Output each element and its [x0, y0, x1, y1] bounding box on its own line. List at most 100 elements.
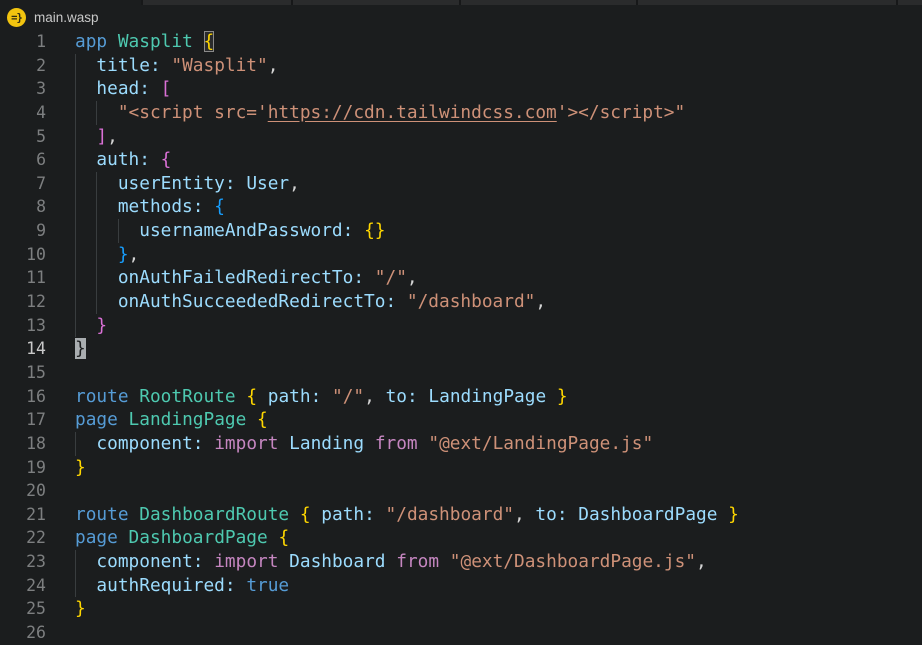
code-token: "/dashboard" — [407, 291, 535, 312]
line-number[interactable]: 23 — [0, 550, 46, 574]
line-number[interactable]: 10 — [0, 243, 46, 267]
line-number[interactable]: 4 — [0, 101, 46, 125]
code-token — [364, 433, 375, 454]
wasp-file-icon: =} — [7, 8, 26, 27]
code-token: component: — [96, 433, 203, 454]
code-token: usernameAndPassword: — [139, 220, 353, 241]
code-token: , — [129, 244, 140, 265]
line-number[interactable]: 19 — [0, 456, 46, 480]
line-number[interactable]: 15 — [0, 361, 46, 385]
line-number[interactable]: 13 — [0, 314, 46, 338]
editor-tab[interactable] — [293, 0, 461, 5]
code-token: from — [375, 433, 418, 454]
code-line[interactable]: 23 component: import Dashboard from "@ex… — [0, 550, 922, 574]
code-token — [386, 551, 397, 572]
code-line[interactable]: 21 route DashboardRoute { path: "/dashboa… — [0, 503, 922, 527]
code-area: 1app Wasplit {2 title: "Wasplit",3 head:… — [0, 30, 922, 645]
line-content: route DashboardRoute { path: "/dashboard… — [75, 503, 922, 527]
code-line[interactable]: 22page DashboardPage { — [0, 526, 922, 550]
code-line[interactable]: 25} — [0, 597, 922, 621]
code-line[interactable]: 7 userEntity: User, — [0, 172, 922, 196]
code-line[interactable]: 17page LandingPage { — [0, 408, 922, 432]
editor-tab[interactable] — [638, 0, 898, 5]
indent-guide — [118, 219, 119, 243]
code-line[interactable]: 15 — [0, 361, 922, 385]
code-token: import — [214, 433, 278, 454]
code-token: "/dashboard" — [386, 504, 514, 525]
code-token — [236, 386, 247, 407]
line-number[interactable]: 14 — [0, 337, 46, 361]
code-token: { — [161, 149, 172, 170]
code-token: { — [214, 196, 225, 217]
code-token — [193, 31, 204, 52]
code-line[interactable]: 4 "<script src='https://cdn.tailwindcss.… — [0, 101, 922, 125]
code-token — [278, 433, 289, 454]
code-token — [129, 504, 140, 525]
code-line[interactable]: 3 head: [ — [0, 77, 922, 101]
editor-tab-active[interactable] — [0, 0, 143, 5]
line-number[interactable]: 12 — [0, 290, 46, 314]
code-token: path: — [321, 504, 375, 525]
code-token: , — [364, 386, 385, 407]
code-token: } — [96, 315, 107, 336]
line-content: }, — [75, 243, 922, 267]
line-content: } — [75, 314, 922, 338]
line-content: } — [75, 456, 922, 480]
code-line[interactable]: 1app Wasplit { — [0, 30, 922, 54]
line-number[interactable]: 20 — [0, 479, 46, 503]
line-number[interactable]: 16 — [0, 385, 46, 409]
indent-guide — [96, 101, 97, 125]
line-number[interactable]: 9 — [0, 219, 46, 243]
indent-guide — [75, 314, 76, 338]
editor-tab[interactable] — [461, 0, 638, 5]
line-number[interactable]: 22 — [0, 526, 46, 550]
line-number[interactable]: 25 — [0, 597, 46, 621]
line-content: onAuthFailedRedirectTo: "/", — [75, 266, 922, 290]
code-line[interactable]: 24 authRequired: true — [0, 574, 922, 598]
indent-spaces — [75, 78, 96, 99]
indent-guide — [96, 243, 97, 267]
line-content: usernameAndPassword: {} — [75, 219, 922, 243]
line-number[interactable]: 6 — [0, 148, 46, 172]
line-number[interactable]: 21 — [0, 503, 46, 527]
line-number[interactable]: 17 — [0, 408, 46, 432]
code-token — [118, 527, 129, 548]
line-number[interactable]: 2 — [0, 54, 46, 78]
line-number[interactable]: 24 — [0, 574, 46, 598]
code-line[interactable]: 20 — [0, 479, 922, 503]
code-line[interactable]: 2 title: "Wasplit", — [0, 54, 922, 78]
code-line[interactable]: 8 methods: { — [0, 195, 922, 219]
code-line[interactable]: 9 usernameAndPassword: {} — [0, 219, 922, 243]
line-content: } — [75, 597, 922, 621]
editor-tab[interactable] — [143, 0, 293, 5]
line-number[interactable]: 7 — [0, 172, 46, 196]
line-number[interactable]: 3 — [0, 77, 46, 101]
code-token: title: — [96, 55, 160, 76]
code-line[interactable]: 5 ], — [0, 125, 922, 149]
line-content: ], — [75, 125, 922, 149]
line-number[interactable]: 8 — [0, 195, 46, 219]
code-line[interactable]: 11 onAuthFailedRedirectTo: "/", — [0, 266, 922, 290]
breadcrumb-file-name[interactable]: main.wasp — [34, 10, 99, 25]
code-link-token[interactable]: https://cdn.tailwindcss.com — [268, 102, 557, 123]
code-token: DashboardPage — [129, 527, 268, 548]
code-line[interactable]: 10 }, — [0, 243, 922, 267]
line-number[interactable]: 1 — [0, 30, 46, 54]
line-number[interactable]: 18 — [0, 432, 46, 456]
editor-tab[interactable] — [898, 0, 922, 5]
code-token: RootRoute — [139, 386, 235, 407]
code-line[interactable]: 12 onAuthSucceededRedirectTo: "/dashboar… — [0, 290, 922, 314]
code-line[interactable]: 13 } — [0, 314, 922, 338]
bracket-match: { — [204, 31, 215, 52]
code-line[interactable]: 14} — [0, 337, 922, 361]
breadcrumb[interactable]: =} main.wasp — [0, 5, 922, 30]
code-line[interactable]: 6 auth: { — [0, 148, 922, 172]
line-content: component: import Dashboard from "@ext/D… — [75, 550, 922, 574]
code-token: Wasplit — [118, 31, 193, 52]
code-line[interactable]: 18 component: import Landing from "@ext/… — [0, 432, 922, 456]
code-token: , — [268, 55, 279, 76]
line-number[interactable]: 11 — [0, 266, 46, 290]
line-number[interactable]: 5 — [0, 125, 46, 149]
code-line[interactable]: 19} — [0, 456, 922, 480]
code-line[interactable]: 16route RootRoute { path: "/", to: Landi… — [0, 385, 922, 409]
